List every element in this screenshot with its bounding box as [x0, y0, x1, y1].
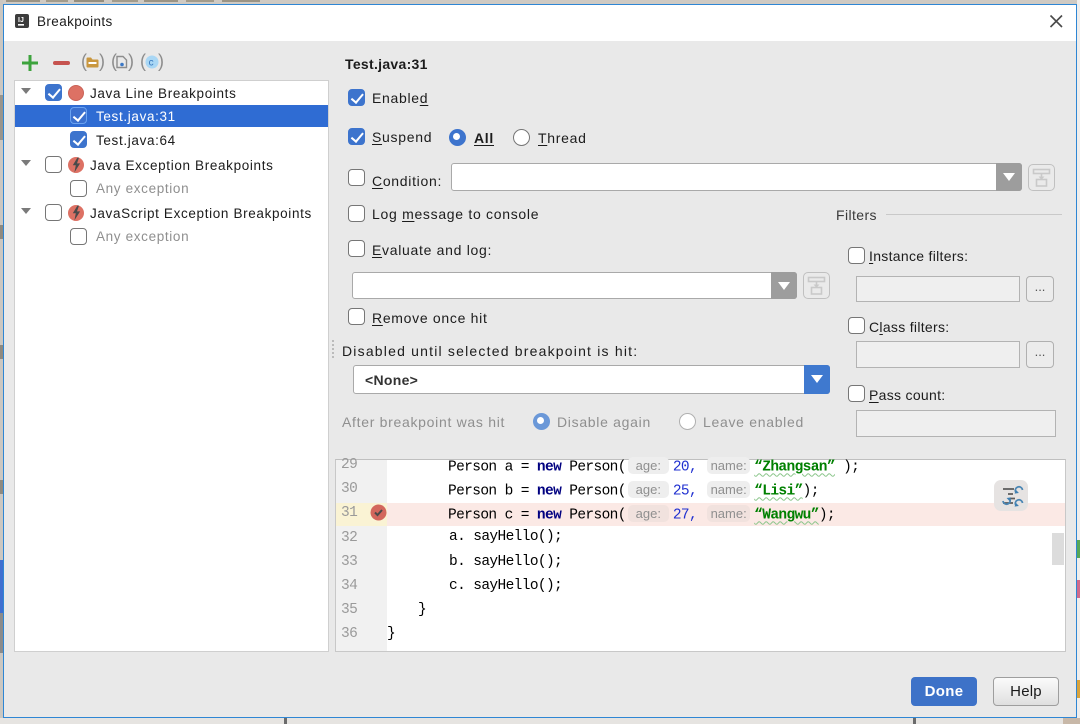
svg-text:IJ: IJ	[18, 17, 24, 24]
svg-text:c: c	[149, 57, 154, 68]
